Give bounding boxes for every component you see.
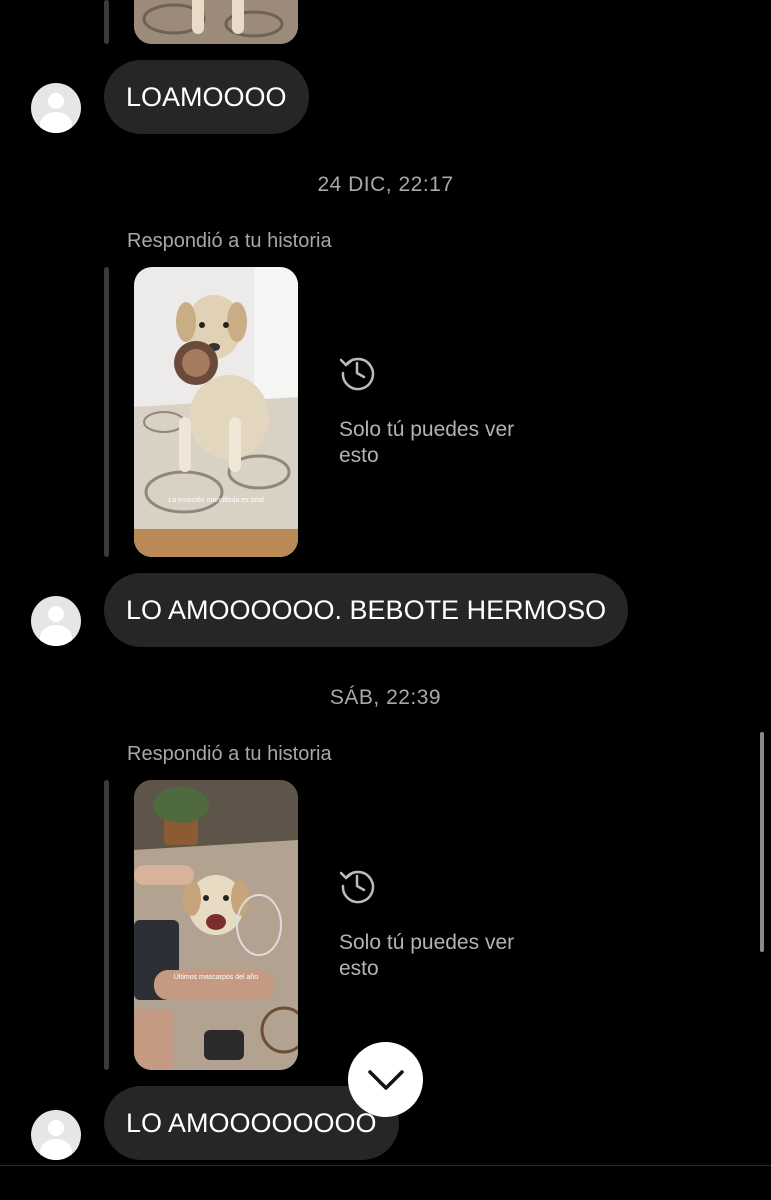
story-reply-label: Respondió a tu historia [127, 230, 332, 252]
story-caption: La emoción mandíbula es total [168, 497, 264, 504]
message-bubble[interactable]: LOAMOOOO [104, 60, 309, 134]
message-bubble[interactable]: LO AMOOOOOO. BEBOTE HERMOSO [104, 573, 629, 647]
timestamp: 24 DIC, 22:17 [317, 173, 454, 196]
reply-thread-line [104, 267, 109, 557]
sender-avatar[interactable] [31, 1110, 81, 1160]
scrollbar[interactable] [760, 732, 764, 952]
sender-avatar[interactable] [31, 596, 81, 646]
chevron-down-icon [367, 1069, 404, 1090]
history-clock-icon [339, 870, 375, 904]
message-text: LO AMOOOOOO. BEBOTE HERMOSO [126, 594, 607, 625]
private-note: Solo tú puedes ver esto [339, 931, 515, 980]
story-thumbnail[interactable]: Últimos mascarpos del año [134, 780, 298, 1070]
message-text: LO AMOOOOOOOO [126, 1107, 377, 1138]
timestamp: SÁB, 22:39 [329, 686, 442, 709]
private-note: Solo tú puedes ver esto [339, 418, 515, 467]
history-clock-icon [339, 357, 375, 391]
story-reply-label: Respondió a tu historia [127, 743, 332, 765]
reply-thread-line [104, 0, 109, 44]
reply-thread-line [104, 780, 109, 1070]
message-text: LOAMOOOO [126, 81, 287, 112]
story-caption: Últimos mascarpos del año [173, 974, 259, 981]
story-thumbnail-top[interactable] [134, 0, 298, 44]
scroll-to-bottom-button[interactable] [348, 1042, 423, 1117]
composer-divider [0, 1165, 771, 1166]
sender-avatar[interactable] [31, 83, 81, 133]
story-thumbnail[interactable]: La emoción mandíbula es total [134, 267, 298, 557]
